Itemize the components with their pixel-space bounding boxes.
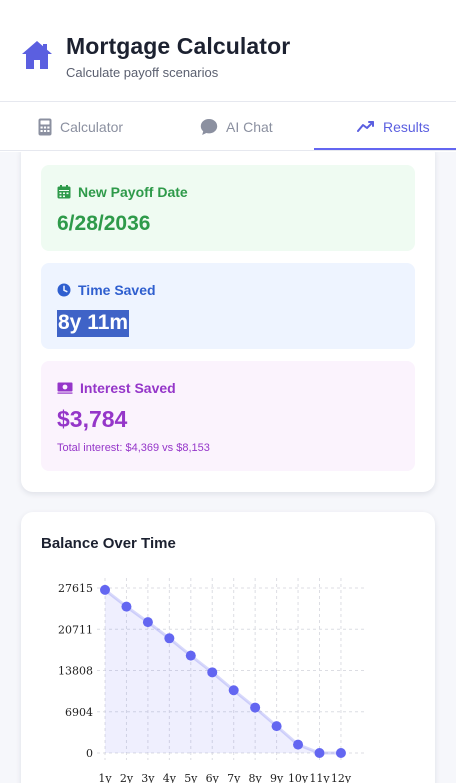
x-tick-label: 8y (249, 772, 263, 783)
balance-point (271, 721, 282, 732)
tab-ai-chat-label: AI Chat (226, 119, 273, 135)
time-saved-label: Time Saved (78, 282, 156, 298)
balance-point (164, 633, 175, 644)
x-tick-label: 11y (309, 772, 330, 783)
tab-calculator-label: Calculator (60, 119, 124, 135)
chat-bubble-icon (200, 119, 218, 135)
balance-point (293, 739, 304, 750)
x-tick-label: 6y (206, 772, 220, 783)
y-tick-label: 13808 (58, 665, 93, 678)
x-tick-label: 1y (98, 772, 112, 783)
balance-point (228, 685, 239, 696)
time-saved-stat: Time Saved 8y 11m (41, 263, 415, 349)
total-interest-note: Total interest: $4,369 vs $8,153 (57, 442, 210, 454)
money-icon (57, 382, 73, 394)
balance-chart: 27615 20711 13808 6904 0 1y 2y 3y 4y 5y 6y 7y 8y 9y 10… (58, 578, 366, 783)
tab-results-label: Results (383, 119, 430, 135)
tab-results[interactable]: Results (357, 103, 430, 151)
x-tick-label: 5y (184, 772, 198, 783)
tab-bar: Calculator AI Chat Results (0, 103, 456, 151)
results-panel[interactable]: New Payoff Date 6/28/2036 Time Saved 8y … (0, 152, 456, 783)
app-title: Mortgage Calculator (66, 33, 291, 59)
interest-saved-value: $3,784 (57, 406, 128, 432)
y-tick-label: 6904 (65, 706, 93, 719)
x-tick-label: 9y (270, 772, 284, 783)
payoff-date-stat: New Payoff Date 6/28/2036 (41, 165, 415, 251)
house-icon (22, 41, 52, 69)
x-tick-label: 7y (227, 772, 241, 783)
app-header: Mortgage Calculator Calculate payoff sce… (0, 0, 456, 102)
x-tick-label: 3y (141, 772, 155, 783)
calculator-icon (38, 118, 52, 136)
balance-point (100, 584, 110, 595)
calendar-icon (57, 185, 71, 199)
balance-point (207, 667, 218, 678)
trend-line-icon (357, 121, 374, 132)
balance-point (335, 748, 346, 758)
clock-icon (57, 283, 71, 297)
y-tick-label: 27615 (58, 582, 93, 595)
payoff-date-value: 6/28/2036 (57, 212, 151, 235)
active-tab-indicator (314, 148, 456, 150)
y-tick-label: 0 (86, 747, 93, 760)
app-subtitle: Calculate payoff scenarios (66, 65, 219, 80)
balance-point (185, 650, 196, 661)
summary-card: New Payoff Date 6/28/2036 Time Saved 8y … (21, 152, 435, 492)
tab-calculator[interactable]: Calculator (38, 103, 123, 151)
balance-point (314, 748, 325, 758)
x-tick-label: 10y (288, 772, 309, 783)
interest-saved-label: Interest Saved (80, 380, 176, 396)
interest-saved-stat: Interest Saved $3,784 Total interest: $4… (41, 361, 415, 471)
balance-point (121, 601, 132, 612)
balance-point (250, 702, 261, 713)
y-tick-label: 20711 (58, 623, 93, 636)
time-saved-value: 8y 11m (57, 310, 130, 337)
x-tick-label: 12y (331, 772, 352, 783)
x-tick-label: 2y (120, 772, 134, 783)
x-tick-label: 4y (163, 772, 177, 783)
tab-ai-chat[interactable]: AI Chat (200, 103, 273, 151)
balance-point (142, 617, 153, 628)
payoff-date-label: New Payoff Date (78, 184, 188, 200)
balance-area (105, 589, 341, 753)
balance-chart-card: Balance Over Time 27615 20711 13808 6904 0 1y… (21, 512, 435, 783)
